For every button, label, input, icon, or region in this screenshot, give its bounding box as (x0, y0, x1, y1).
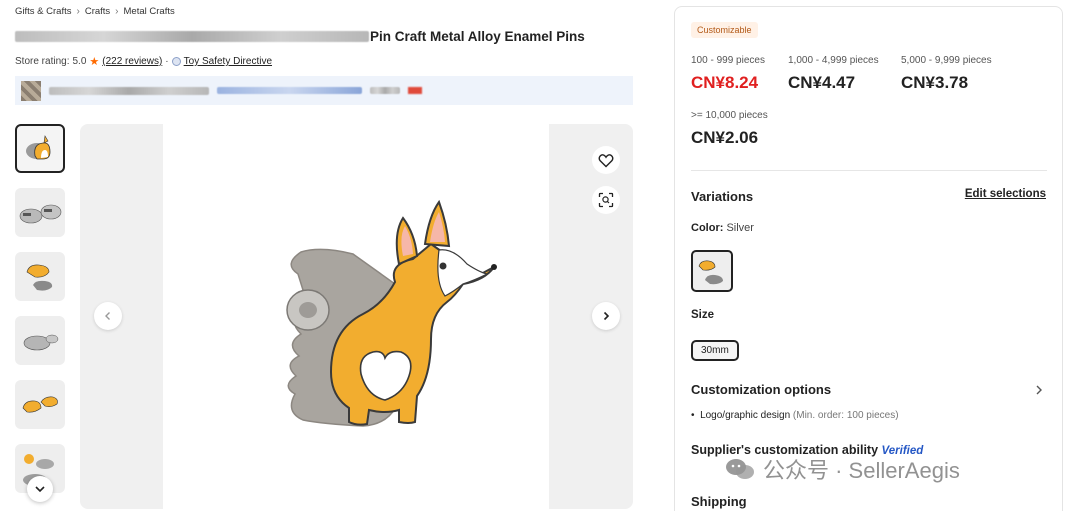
purchase-panel: Customizable 100 - 999 pieces CN¥8.24 1,… (674, 6, 1063, 511)
size-option-30mm[interactable]: 30mm (691, 340, 739, 361)
tier-price: CN¥4.47 (788, 73, 856, 92)
redacted-title-text (15, 31, 369, 42)
variations-title: Variations (691, 189, 754, 204)
customizable-badge: Customizable (691, 22, 758, 38)
color-label-value: Silver (726, 222, 754, 234)
breadcrumb: Gifts & Crafts › Crafts › Metal Crafts (15, 6, 175, 17)
chevron-right-icon (1036, 385, 1042, 395)
product-title-visible: Pin Craft Metal Alloy Enamel Pins (370, 29, 585, 44)
thumbnail-1[interactable] (15, 124, 65, 173)
redacted-flag (408, 87, 422, 94)
watermark-text: 公众号 · SellerAegis (763, 458, 960, 483)
tier-price: CN¥2.06 (691, 128, 759, 147)
thumbnail-5[interactable] (15, 380, 65, 429)
supplier-logo (21, 80, 41, 101)
corgi-enamel-pin-image (286, 199, 497, 427)
favorite-button[interactable] (592, 146, 620, 174)
tier-price: CN¥3.78 (901, 73, 969, 92)
heart-icon (598, 153, 614, 167)
divider (691, 170, 1047, 171)
certification-icon (171, 57, 181, 66)
tier-quantity: 5,000 - 9,999 pieces (901, 55, 992, 66)
raccoon-pins-thumbnail-image (19, 204, 62, 224)
thumbnail-list (15, 124, 65, 508)
thumbnail-4[interactable] (15, 316, 65, 365)
price-tier-4: >= 10,000 pieces CN¥2.06 (691, 110, 768, 148)
breadcrumb-item-gifts[interactable]: Gifts & Crafts (15, 6, 71, 17)
product-title: Pin Craft Metal Alloy Enamel Pins (15, 29, 585, 44)
tier-quantity: 1,000 - 4,999 pieces (788, 55, 879, 66)
store-rating-label: Store rating: (15, 56, 70, 67)
chevron-right-icon: › (115, 6, 119, 17)
store-rating: Store rating: 5.0 ★ (222 reviews) · Toy … (15, 55, 272, 68)
customization-item-name: Logo/graphic design (700, 410, 791, 421)
thumbnail-3[interactable] (15, 252, 65, 301)
gallery-next-button[interactable] (592, 302, 620, 330)
price-tier-1: 100 - 999 pieces CN¥8.24 (691, 55, 765, 93)
chevron-left-icon (105, 312, 110, 320)
tier-price: CN¥8.24 (691, 73, 759, 92)
corgi-pin-thumbnail-image (26, 135, 51, 160)
breadcrumb-item-metal-crafts[interactable]: Metal Crafts (124, 6, 175, 17)
gallery-prev-button[interactable] (94, 302, 122, 330)
toy-safety-link[interactable]: Toy Safety Directive (184, 56, 272, 67)
price-tier-3: 5,000 - 9,999 pieces CN¥3.78 (901, 55, 992, 93)
thumbnails-scroll-down-button[interactable] (27, 476, 53, 502)
store-rating-value: 5.0 (72, 56, 87, 67)
chevron-right-icon (603, 311, 610, 321)
breadcrumb-item-crafts[interactable]: Crafts (85, 6, 110, 17)
color-label-key: Color: (691, 222, 724, 234)
wechat-icon (726, 459, 754, 479)
corgi-front-back-thumbnail-image (26, 264, 53, 291)
reviews-link[interactable]: (222 reviews) (102, 56, 162, 67)
chevron-down-icon (35, 486, 45, 493)
image-search-button[interactable] (592, 186, 620, 214)
redacted-supplier-meta (370, 87, 400, 94)
supplier-banner[interactable] (15, 76, 633, 105)
raccoon-pin-thumbnail-image (23, 334, 59, 351)
customization-item-note: (Min. order: 100 pieces) (792, 410, 899, 421)
main-product-image[interactable] (163, 124, 549, 509)
edit-selections-link[interactable]: Edit selections (965, 188, 1046, 200)
corgi-pins-thumbnail-image (22, 396, 58, 413)
main-image-gallery (80, 124, 633, 509)
corgi-swatch-image (698, 260, 723, 285)
star-icon: ★ (89, 56, 100, 68)
color-label: Color: Silver (691, 222, 754, 234)
scan-search-icon (598, 192, 614, 208)
color-swatch-silver[interactable] (691, 250, 733, 292)
bullet-icon: • (691, 410, 698, 421)
tier-quantity: >= 10,000 pieces (691, 110, 768, 121)
watermark: 公众号 · SellerAegis (725, 453, 960, 485)
tier-quantity: 100 - 999 pieces (691, 55, 765, 66)
chevron-right-icon: › (76, 6, 80, 17)
thumbnail-2[interactable] (15, 188, 65, 237)
price-tier-2: 1,000 - 4,999 pieces CN¥4.47 (788, 55, 879, 93)
redacted-supplier-info (217, 87, 362, 94)
size-title: Size (691, 309, 715, 321)
shipping-title: Shipping (691, 494, 747, 509)
customization-title[interactable]: Customization options (691, 382, 831, 397)
separator-dot: · (165, 56, 169, 67)
customization-expand-button[interactable] (1034, 383, 1044, 401)
customization-option-item: • Logo/graphic design (Min. order: 100 p… (691, 410, 899, 421)
redacted-supplier-name (49, 86, 209, 95)
